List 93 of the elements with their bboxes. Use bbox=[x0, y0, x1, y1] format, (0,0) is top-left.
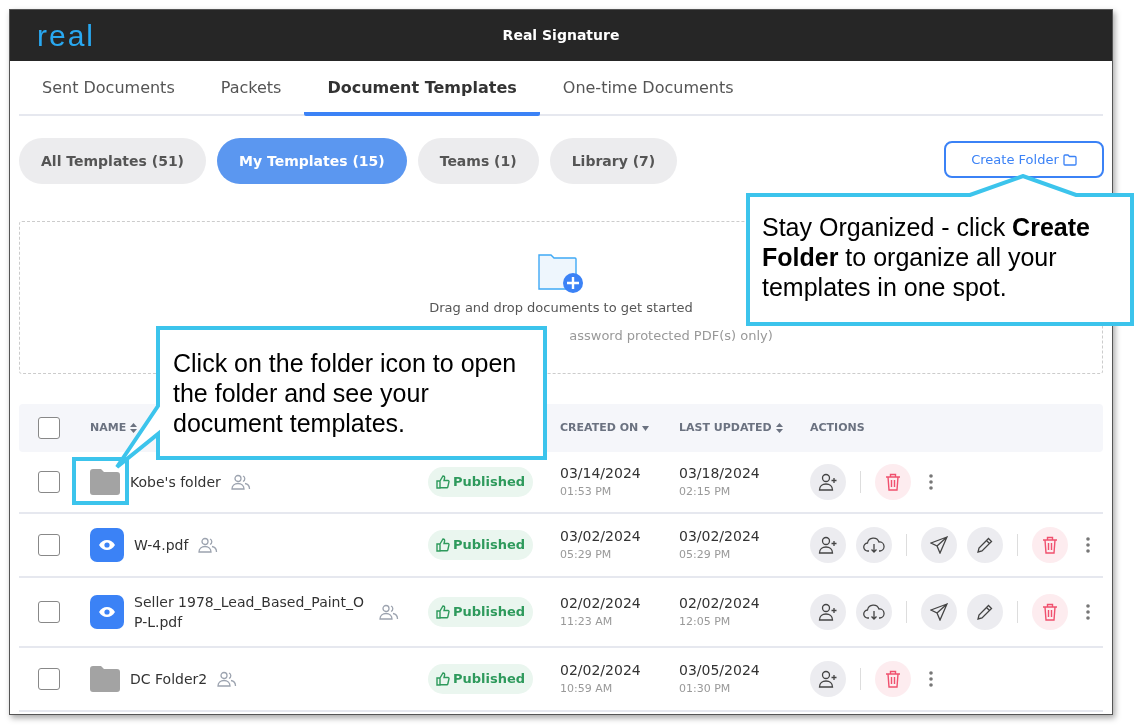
people-icon bbox=[198, 537, 219, 553]
item-name[interactable]: DC Folder2 bbox=[130, 669, 208, 689]
column-header: LAST UPDATED bbox=[679, 419, 772, 436]
sort-down-icon[interactable] bbox=[642, 425, 650, 431]
checkbox[interactable] bbox=[38, 417, 60, 439]
trash-icon bbox=[1042, 603, 1058, 621]
updated-date: 03/02/2024 bbox=[679, 527, 761, 547]
trash-icon bbox=[1042, 536, 1058, 554]
item-name[interactable]: W-4.pdf bbox=[134, 535, 189, 555]
logo[interactable]: real bbox=[37, 20, 96, 51]
thumbs-up-icon bbox=[436, 605, 450, 619]
filter-pill[interactable]: All Templates (51) bbox=[19, 138, 207, 184]
paper-plane-icon bbox=[930, 536, 948, 554]
updated-time: 12:05 PM bbox=[679, 614, 732, 631]
trash-icon bbox=[885, 473, 901, 491]
thumbs-up-icon bbox=[436, 475, 450, 489]
cloud-download-icon bbox=[863, 537, 885, 553]
checkbox[interactable] bbox=[38, 534, 60, 556]
status-badge: Published bbox=[428, 664, 534, 694]
more-vertical-icon bbox=[1086, 604, 1090, 620]
folder-add-icon bbox=[538, 252, 584, 294]
more-vertical-icon bbox=[929, 474, 933, 490]
tab[interactable]: Sent Documents bbox=[19, 63, 198, 116]
delete-button[interactable] bbox=[1032, 594, 1068, 630]
tab[interactable]: One-time Documents bbox=[539, 63, 757, 116]
send-button[interactable] bbox=[921, 527, 957, 563]
created-date: 03/14/2024 bbox=[560, 464, 642, 484]
updated-time: 01:30 PM bbox=[679, 681, 732, 698]
tab[interactable]: Packets bbox=[197, 63, 305, 116]
sort-icon[interactable] bbox=[775, 423, 783, 433]
edit-button[interactable] bbox=[967, 527, 1003, 563]
add-user-icon bbox=[818, 603, 838, 621]
pencil-icon bbox=[976, 536, 994, 554]
updated-time: 05:29 PM bbox=[679, 547, 732, 564]
created-date: 02/02/2024 bbox=[560, 594, 642, 614]
pencil-icon bbox=[976, 603, 994, 621]
updated-date: 02/02/2024 bbox=[679, 594, 761, 614]
column-header: ACTIONS bbox=[810, 419, 865, 436]
sort-icon[interactable] bbox=[130, 423, 138, 433]
created-time: 11:23 AM bbox=[560, 614, 614, 631]
thumbs-up-icon bbox=[436, 672, 450, 686]
add-user-icon bbox=[818, 473, 838, 491]
delete-button[interactable] bbox=[875, 661, 911, 697]
folder-icon[interactable] bbox=[90, 666, 120, 692]
edit-button[interactable] bbox=[967, 594, 1003, 630]
column-header: CREATED ON bbox=[560, 419, 639, 436]
filter-pill[interactable]: Teams (1) bbox=[417, 138, 539, 184]
drop-zone-note: assword protected PDF(s) only) bbox=[569, 326, 773, 345]
folder-icon[interactable] bbox=[90, 469, 120, 495]
add-user-icon bbox=[818, 670, 838, 688]
updated-date: 03/05/2024 bbox=[679, 661, 761, 681]
status-badge: Published bbox=[428, 597, 534, 627]
paper-plane-icon bbox=[930, 603, 948, 621]
filter-pill[interactable]: Library (7) bbox=[549, 138, 678, 184]
created-time: 10:59 AM bbox=[560, 681, 614, 698]
updated-date: 03/18/2024 bbox=[679, 464, 761, 484]
send-button[interactable] bbox=[921, 594, 957, 630]
add-user-icon bbox=[818, 536, 838, 554]
folder-outline-icon bbox=[1062, 153, 1077, 166]
item-name[interactable]: Kobe's folder bbox=[130, 472, 221, 492]
created-date: 03/02/2024 bbox=[560, 527, 642, 547]
more-vertical-icon bbox=[929, 671, 933, 687]
cloud-download-button[interactable] bbox=[856, 594, 892, 630]
checkbox[interactable] bbox=[38, 601, 60, 623]
people-icon bbox=[217, 671, 238, 687]
column-header: NAME bbox=[90, 419, 127, 436]
add-user-button[interactable] bbox=[810, 661, 846, 697]
cloud-download-icon bbox=[863, 604, 885, 620]
item-name[interactable]: Seller 1978_Lead_Based_Paint_OP-L.pdf bbox=[134, 592, 369, 632]
cloud-download-button[interactable] bbox=[856, 527, 892, 563]
add-user-button[interactable] bbox=[810, 594, 846, 630]
delete-button[interactable] bbox=[1032, 527, 1068, 563]
status-badge: Published bbox=[428, 530, 534, 560]
status-badge: Published bbox=[428, 467, 534, 497]
created-date: 02/02/2024 bbox=[560, 661, 642, 681]
trash-icon bbox=[885, 670, 901, 688]
created-time: 05:29 PM bbox=[560, 547, 613, 564]
add-user-button[interactable] bbox=[810, 527, 846, 563]
delete-button[interactable] bbox=[875, 464, 911, 500]
thumbs-up-icon bbox=[436, 538, 450, 552]
drop-zone-text: Drag and drop documents to get started bbox=[429, 299, 693, 317]
preview-eye-icon[interactable] bbox=[90, 595, 124, 629]
people-icon bbox=[379, 604, 399, 620]
preview-eye-icon[interactable] bbox=[90, 528, 124, 562]
updated-time: 02:15 PM bbox=[679, 484, 732, 501]
checkbox[interactable] bbox=[38, 471, 60, 493]
app-title: Real Signature bbox=[502, 26, 620, 45]
people-icon bbox=[230, 474, 251, 490]
tab[interactable]: Document Templates bbox=[304, 63, 540, 116]
checkbox[interactable] bbox=[38, 668, 60, 690]
created-time: 01:53 PM bbox=[560, 484, 613, 501]
more-vertical-icon bbox=[1086, 537, 1090, 553]
add-user-button[interactable] bbox=[810, 464, 846, 500]
